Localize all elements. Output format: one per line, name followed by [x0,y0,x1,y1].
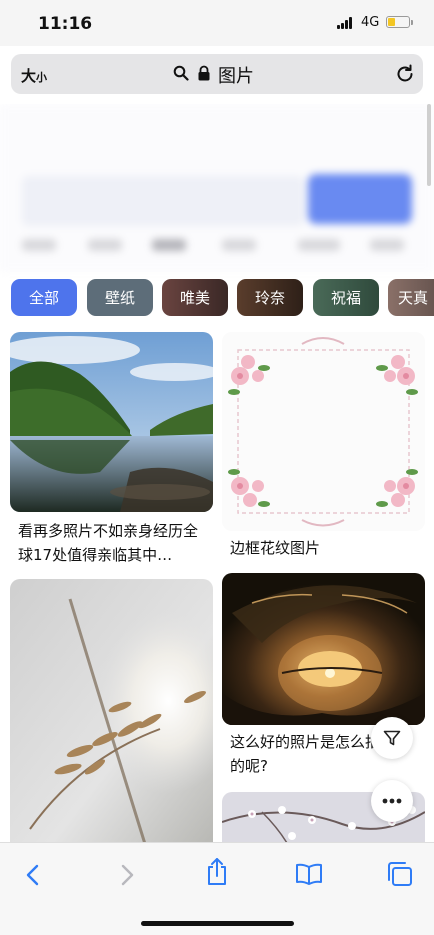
blurred-tab [298,239,340,251]
blurred-search-button [308,174,412,224]
image-card[interactable] [10,579,213,842]
status-time: 11:16 [38,14,93,34]
blurred-tab [22,239,56,251]
web-content[interactable]: 全部 壁纸 唯美 玲奈 祝福 天真 看再多照片不如亲身经历全球17处值得亲临其中… [0,104,434,842]
image-card-title[interactable]: 看再多照片不如亲身经历全球17处值得亲临其中… [18,519,208,567]
battery-cap [411,20,413,25]
chip-rena[interactable]: 玲奈 [237,279,303,316]
category-chips: 全部 壁纸 唯美 玲奈 祝福 天真 [11,279,434,317]
wheat-sunlight-image[interactable] [10,579,213,842]
blurred-search-input [22,176,304,226]
reload-icon[interactable] [394,63,416,85]
more-icon [382,798,402,804]
blurred-tab [370,239,404,251]
image-card[interactable]: 边框花纹图片 [222,332,425,564]
signal-icon [337,17,355,29]
chip-label: 祝福 [330,289,361,307]
filter-button[interactable] [371,717,413,759]
text-size-small: 小 [36,71,48,84]
chip-label: 全部 [28,289,59,307]
network-type: 4G [361,15,380,30]
more-button[interactable] [371,780,413,822]
status-bar: 11:16 4G [0,0,434,46]
search-icon [173,65,189,81]
image-card[interactable]: 看再多照片不如亲身经历全球17处值得亲临其中… [10,332,213,564]
wave-sunset-image[interactable] [222,573,425,725]
address-bar[interactable]: 大小 图片 [11,54,423,94]
text-size-big: 大 [21,67,37,85]
image-card-title[interactable]: 这么好的照片是怎么拍的呢? [230,730,380,778]
share-icon[interactable] [205,857,229,887]
battery-icon [386,16,410,28]
chip-innocent[interactable]: 天真 [388,279,434,316]
river-landscape-image[interactable] [10,332,213,512]
lock-icon [198,65,210,81]
chip-label: 玲奈 [254,289,285,307]
url-text[interactable]: 图片 [218,62,254,88]
bookmarks-icon[interactable] [295,863,323,885]
text-size-button[interactable]: 大小 [21,65,47,86]
blurred-tab [222,239,256,251]
chip-label: 唯美 [179,289,210,307]
blurred-tab [88,239,122,251]
chip-label: 天真 [398,289,429,307]
image-card-title[interactable]: 边框花纹图片 [230,536,420,560]
scroll-indicator [427,104,431,186]
floral-border-image[interactable] [222,332,425,531]
filter-icon [383,730,401,746]
chip-label: 壁纸 [104,289,135,307]
blurred-tab [152,239,186,251]
chip-blessing[interactable]: 祝福 [313,279,379,316]
back-icon[interactable] [24,863,42,887]
blurred-search-header [0,104,434,272]
home-indicator [141,921,294,926]
forward-icon[interactable] [118,863,136,887]
battery-level [388,18,395,26]
tabs-icon[interactable] [386,861,414,887]
chip-wallpaper[interactable]: 壁纸 [87,279,153,316]
chip-all[interactable]: 全部 [11,279,77,316]
chip-aesthetic[interactable]: 唯美 [162,279,228,316]
